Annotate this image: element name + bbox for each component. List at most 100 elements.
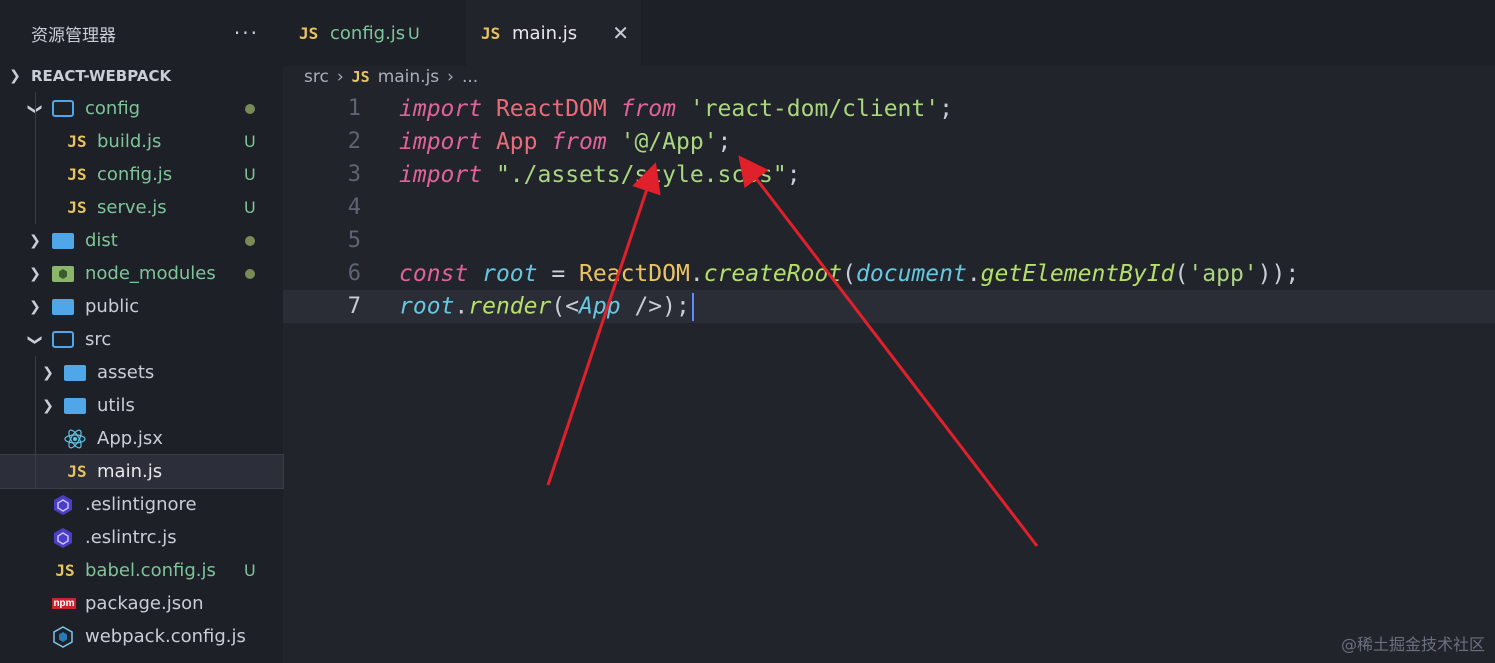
- indent-guide: [35, 92, 36, 224]
- eslint-icon: [52, 527, 74, 548]
- code-token: "./assets/style.scss": [495, 161, 787, 188]
- code-line[interactable]: 1 import ReactDOM from 'react-dom/client'…: [283, 92, 1495, 125]
- explorer-title: 资源管理器: [31, 25, 116, 46]
- tree-item-config[interactable]: ❯ config: [0, 92, 283, 125]
- code-token: root: [399, 293, 455, 319]
- breadcrumb-folder[interactable]: src: [304, 67, 329, 87]
- code-text: root.render(<App />);: [399, 292, 694, 321]
- code-text: const root = ReactDOM.createRoot(documen…: [399, 261, 1299, 287]
- tree-item-src[interactable]: ❯ src: [0, 323, 283, 356]
- tree-item-dist[interactable]: ❯ dist: [0, 224, 283, 257]
- tree-item-label: config: [85, 98, 141, 119]
- tree-item-config-js[interactable]: JS config.js U: [0, 158, 283, 191]
- folder-open-icon: [52, 99, 74, 119]
- chevron-right-icon: ❯: [29, 298, 41, 315]
- code-line[interactable]: 5: [283, 224, 1495, 257]
- tree-item-app-jsx[interactable]: App.jsx: [0, 422, 283, 455]
- code-line[interactable]: 6 const root = ReactDOM.createRoot(docume…: [283, 257, 1495, 290]
- code-line[interactable]: 7 root.render(<App />);: [283, 290, 1495, 323]
- modified-dot: [245, 235, 255, 246]
- untracked-badge: U: [244, 132, 256, 151]
- tree-item-label: .eslintignore: [85, 494, 197, 515]
- explorer-sidebar: 资源管理器 ··· ❯ REACT-WEBPACK ❯ config JS bu…: [0, 0, 284, 663]
- tree-item-build-js[interactable]: JS build.js U: [0, 125, 283, 158]
- tree-item-label: public: [85, 296, 140, 317]
- tree-item-label: webpack.config.js: [85, 626, 246, 647]
- breadcrumb-file[interactable]: main.js: [378, 67, 439, 87]
- tab-label: main.js: [512, 22, 578, 44]
- tree-item-package-json[interactable]: npm package.json: [0, 587, 283, 620]
- code-line[interactable]: 2 import App from '@/App';: [283, 125, 1495, 158]
- js-file-icon: JS: [299, 23, 319, 43]
- code-line[interactable]: 3 import "./assets/style.scss";: [283, 158, 1495, 191]
- tree-root-folder[interactable]: ❯ REACT-WEBPACK: [0, 59, 283, 92]
- js-file-icon: JS: [55, 561, 75, 580]
- tree-item-serve-js[interactable]: JS serve.js U: [0, 191, 283, 224]
- code-token: ;: [717, 128, 732, 155]
- code-token: 'app': [1188, 260, 1258, 287]
- code-token: ));: [1257, 260, 1300, 287]
- code-token: ;: [939, 95, 953, 122]
- code-token: .: [966, 260, 981, 287]
- folder-icon: [64, 363, 86, 383]
- tree-item-assets[interactable]: ❯ assets: [0, 356, 283, 389]
- react-icon: [64, 429, 86, 449]
- webpack-icon: [52, 625, 74, 648]
- code-token: root: [482, 260, 538, 287]
- text-cursor: [691, 292, 694, 321]
- chevron-right-icon: ❯: [42, 364, 54, 381]
- tree-item-eslintrc-js[interactable]: .eslintrc.js: [0, 521, 283, 554]
- code-editor[interactable]: 1 import ReactDOM from 'react-dom/client'…: [283, 92, 1495, 663]
- close-icon[interactable]: ✕: [612, 21, 629, 45]
- breadcrumb-symbols[interactable]: ...: [462, 67, 478, 87]
- tree-item-label: assets: [97, 362, 155, 383]
- line-number: 6: [347, 261, 361, 286]
- tree-item-babel-config-js[interactable]: JS babel.config.js U: [0, 554, 283, 587]
- more-actions-button[interactable]: ···: [234, 21, 259, 45]
- code-token: App: [579, 293, 621, 319]
- chevron-down-icon: ❯: [27, 333, 43, 346]
- chevron-down-icon: ❯: [9, 67, 21, 84]
- js-file-icon: JS: [67, 462, 87, 481]
- modified-dot: [245, 268, 255, 279]
- watermark: @稀土掘金技术社区: [1340, 635, 1485, 654]
- tree-item-webpack-config-js[interactable]: webpack.config.js: [0, 620, 283, 653]
- tree-item-eslintignore[interactable]: .eslintignore: [0, 488, 283, 521]
- tree-item-utils[interactable]: ❯ utils: [0, 389, 283, 422]
- code-token: App: [495, 128, 538, 155]
- code-token: ;: [786, 161, 801, 188]
- tree-item-public[interactable]: ❯ public: [0, 290, 283, 323]
- tree-item-label: serve.js: [97, 197, 167, 218]
- tree-item-node-modules[interactable]: ❯ node_modules: [0, 257, 283, 290]
- untracked-badge: U: [244, 198, 256, 217]
- indent-guide: [35, 356, 36, 488]
- tree-item-label: utils: [97, 395, 135, 416]
- code-text: import ReactDOM from 'react-dom/client';: [399, 96, 953, 122]
- tree-item-main-js[interactable]: JS main.js: [0, 454, 284, 489]
- code-token: ReactDOM: [495, 95, 607, 122]
- breadcrumb-separator: ›: [447, 67, 454, 87]
- code-token: '@/App': [620, 128, 718, 155]
- line-number: 7: [347, 294, 361, 319]
- line-number: 1: [347, 96, 361, 121]
- tab-main-js[interactable]: JS main.js ✕: [466, 0, 641, 66]
- code-text: import App from '@/App';: [399, 129, 731, 155]
- code-line[interactable]: 4: [283, 191, 1495, 224]
- editor-tabs: JS config.js U JS main.js ✕: [283, 0, 1495, 66]
- eslint-icon: [52, 494, 74, 515]
- code-token: import: [399, 161, 483, 188]
- code-token: 'react-dom/client': [689, 95, 940, 122]
- breadcrumb-separator: ›: [336, 67, 344, 87]
- folder-icon: [52, 231, 74, 251]
- code-token: render: [468, 293, 552, 319]
- tree-item-label: main.js: [97, 461, 163, 482]
- code-token: from: [620, 95, 676, 122]
- tree-item-label: babel.config.js: [85, 560, 216, 581]
- code-text: import "./assets/style.scss";: [399, 162, 801, 188]
- tab-config-js[interactable]: JS config.js U: [283, 0, 463, 66]
